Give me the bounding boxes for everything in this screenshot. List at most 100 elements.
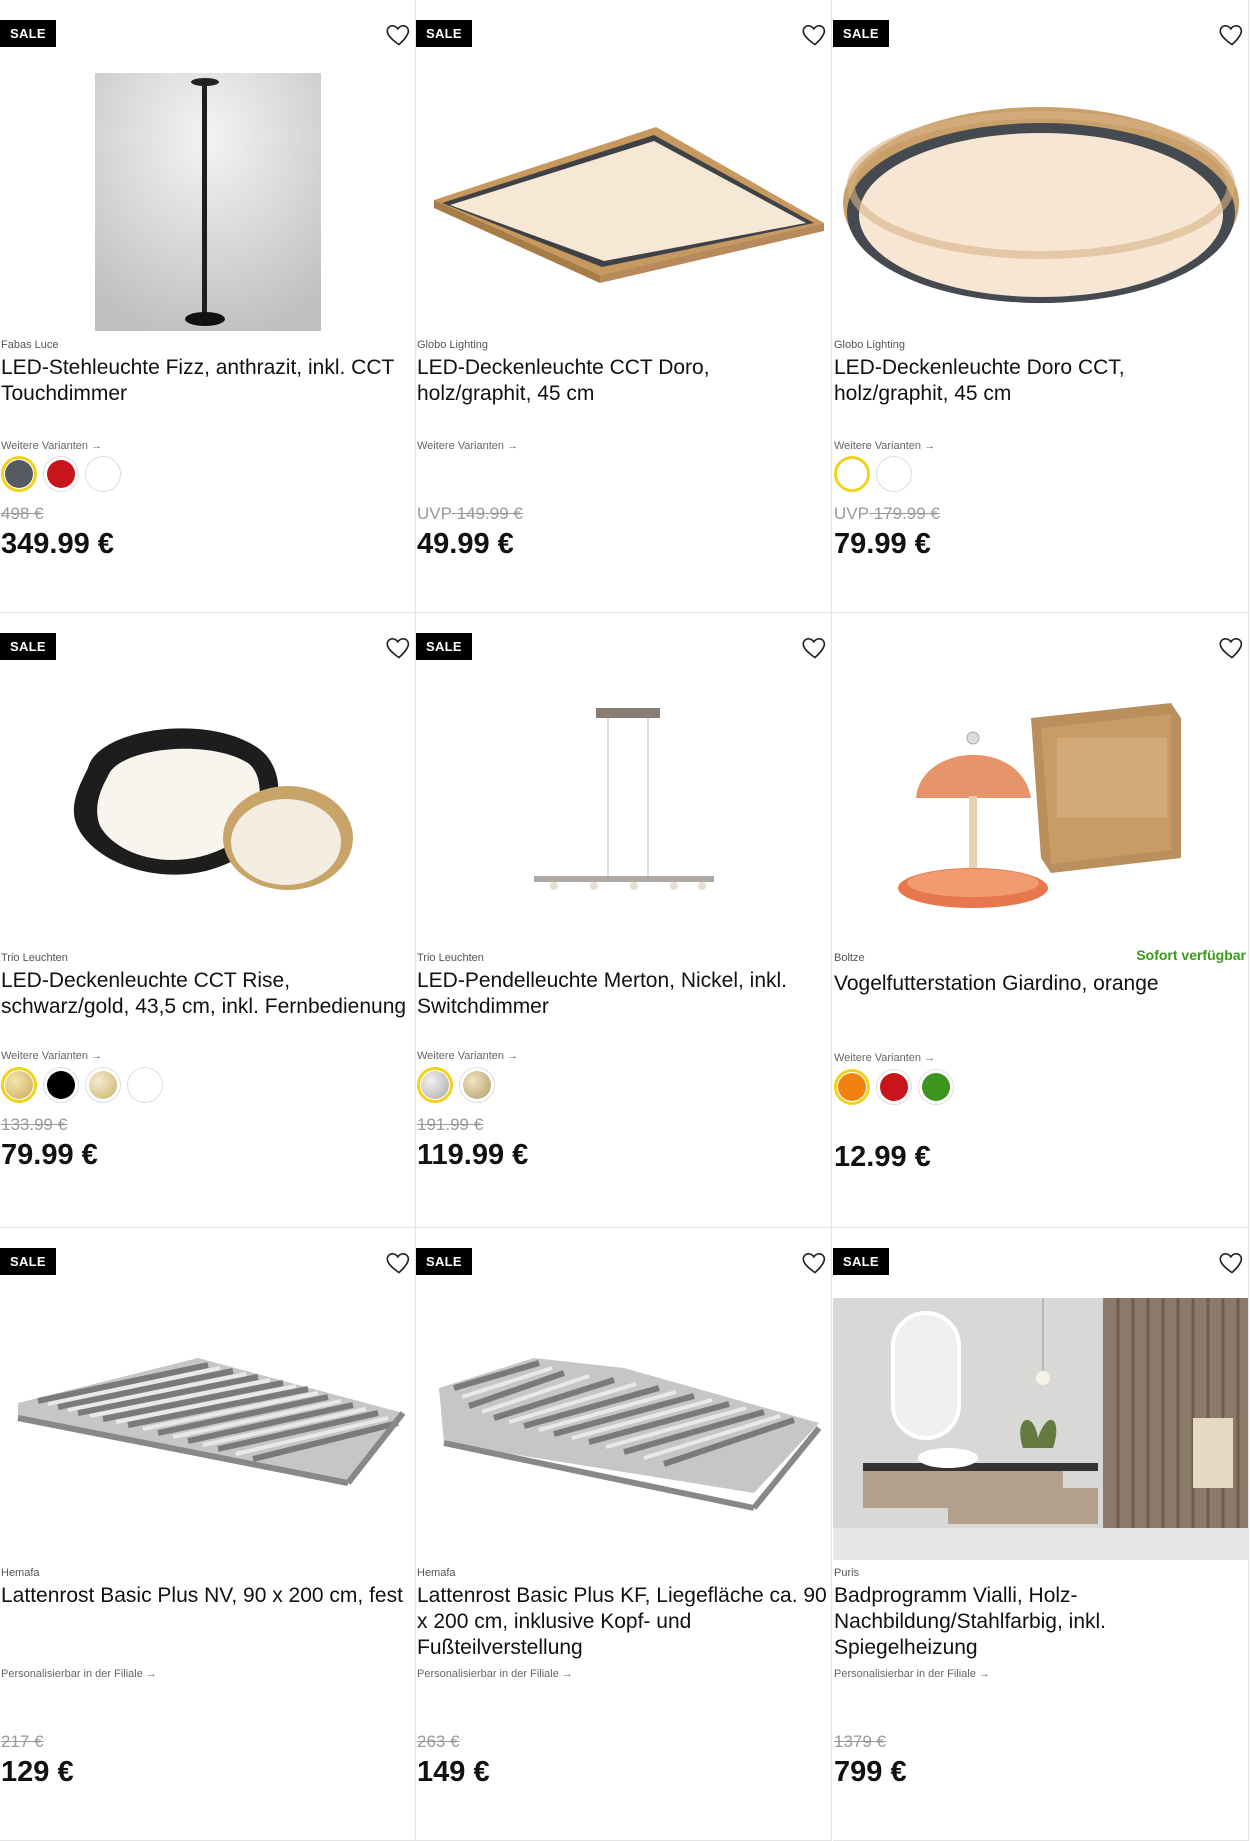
old-price: UVP 179.99 € (834, 504, 940, 523)
more-variants-link[interactable]: Weitere Varianten → (1, 440, 102, 452)
swatch-green[interactable] (918, 1069, 954, 1105)
swatch-gold[interactable] (1, 1067, 37, 1103)
product-image[interactable] (416, 1283, 831, 1563)
swatch-red[interactable] (43, 456, 79, 492)
current-price: 119.99 € (417, 1139, 529, 1171)
sale-badge: SALE (0, 1248, 56, 1275)
color-swatches (834, 456, 912, 492)
more-variants-link[interactable]: Weitere Varianten → (1, 1050, 102, 1062)
product-brand: Puris (834, 1567, 860, 1579)
uvp-label: UVP (834, 504, 869, 523)
product-image[interactable] (0, 72, 415, 332)
swatch-brass[interactable] (459, 1067, 495, 1103)
swatch-champagne[interactable] (85, 1067, 121, 1103)
more-variants-link[interactable]: Weitere Varianten → (417, 440, 518, 452)
product-brand: Globo Lighting (834, 339, 905, 351)
heart-icon[interactable] (801, 1248, 829, 1276)
current-price: 49.99 € (417, 528, 514, 560)
product-title[interactable]: Badprogramm Vialli, Holz-Nachbildung/Sta… (834, 1583, 1244, 1661)
more-variants-link[interactable]: Weitere Varianten → (834, 440, 935, 452)
swatch-nickel[interactable] (417, 1067, 453, 1103)
sale-badge: SALE (833, 20, 889, 47)
personalize-link[interactable]: Personalisierbar in der Filiale → (1, 1668, 157, 1680)
product-card[interactable]: SALE Fabas Luce LED-Stehleuchte Fizz, an… (0, 0, 416, 613)
product-brand: Boltze (834, 952, 865, 964)
current-price: 149 € (417, 1756, 490, 1788)
color-swatches (417, 1067, 495, 1103)
personalize-link[interactable]: Personalisierbar in der Filiale → (834, 1668, 990, 1680)
old-price: 498 € (1, 504, 44, 523)
heart-icon[interactable] (385, 1248, 413, 1276)
product-card[interactable]: SALE (0, 1228, 416, 1841)
personalize-link[interactable]: Personalisierbar in der Filiale → (417, 1668, 573, 1680)
swatch-orange[interactable] (834, 1069, 870, 1105)
current-price: 79.99 € (834, 528, 931, 560)
swatch-red[interactable] (876, 1069, 912, 1105)
product-image[interactable] (833, 668, 1248, 948)
old-price: UVP 149.99 € (417, 504, 523, 523)
product-title[interactable]: LED-Deckenleuchte CCT Doro, holz/graphit… (417, 355, 827, 407)
product-brand: Trio Leuchten (1, 952, 68, 964)
product-image[interactable] (416, 55, 831, 335)
product-brand: Globo Lighting (417, 339, 488, 351)
uvp-label: UVP (417, 504, 452, 523)
sale-badge: SALE (0, 20, 56, 47)
product-title[interactable]: LED-Stehleuchte Fizz, anthrazit, inkl. C… (1, 355, 411, 407)
product-image[interactable] (0, 1283, 415, 1563)
product-card[interactable]: Boltze Sofort verfügbar Vogelfutterstati… (833, 613, 1249, 1228)
product-brand: Fabas Luce (1, 339, 59, 351)
product-image[interactable] (833, 1298, 1248, 1560)
sale-badge: SALE (0, 633, 56, 660)
heart-icon[interactable] (385, 20, 413, 48)
heart-icon[interactable] (801, 633, 829, 661)
current-price: 79.99 € (1, 1139, 98, 1171)
product-card[interactable]: SALE Globo Lighting LED-Deckenleuchte Do… (833, 0, 1249, 613)
old-price: 191.99 € (417, 1115, 484, 1134)
heart-icon[interactable] (1218, 1248, 1246, 1276)
current-price: 129 € (1, 1756, 74, 1788)
swatch-wood[interactable] (834, 456, 870, 492)
product-title[interactable]: LED-Deckenleuchte CCT Rise, schwarz/gold… (1, 968, 411, 1020)
current-price: 799 € (834, 1756, 907, 1788)
swatch-white[interactable] (127, 1067, 163, 1103)
product-card[interactable]: SALE (416, 1228, 832, 1841)
swatch-anthracite[interactable] (1, 456, 37, 492)
swatch-black[interactable] (43, 1067, 79, 1103)
more-variants-link[interactable]: Weitere Varianten → (417, 1050, 518, 1062)
product-card[interactable]: SALE Globo Lighting LED-Deckenleuchte CC… (416, 0, 832, 613)
product-title[interactable]: Lattenrost Basic Plus NV, 90 x 200 cm, f… (1, 1583, 411, 1609)
heart-icon[interactable] (385, 633, 413, 661)
product-image[interactable] (0, 668, 415, 948)
product-grid: SALE Fabas Luce LED-Stehleuchte Fizz, an… (0, 0, 1250, 1841)
swatch-white[interactable] (85, 456, 121, 492)
availability-badge: Sofort verfügbar (1136, 947, 1246, 963)
product-title[interactable]: LED-Deckenleuchte Doro CCT, holz/graphit… (834, 355, 1244, 407)
old-price: 133.99 € (1, 1115, 68, 1134)
product-brand: Trio Leuchten (417, 952, 484, 964)
product-title[interactable]: Vogelfutterstation Giardino, orange (834, 971, 1244, 997)
product-brand: Hemafa (417, 1567, 456, 1579)
color-swatches (1, 1067, 163, 1103)
product-card[interactable]: SALE (833, 1228, 1249, 1841)
current-price: 12.99 € (834, 1141, 931, 1173)
heart-icon[interactable] (1218, 20, 1246, 48)
product-title[interactable]: Lattenrost Basic Plus KF, Liegefläche ca… (417, 1583, 827, 1661)
swatch-white[interactable] (876, 456, 912, 492)
product-brand: Hemafa (1, 1567, 40, 1579)
sale-badge: SALE (833, 1248, 889, 1275)
color-swatches (1, 456, 121, 492)
old-price: 263 € (417, 1732, 460, 1751)
old-price: 1379 € (834, 1732, 886, 1751)
color-swatches (834, 1069, 954, 1105)
product-image[interactable] (416, 668, 831, 948)
product-title[interactable]: LED-Pendelleuchte Merton, Nickel, inkl. … (417, 968, 827, 1020)
heart-icon[interactable] (801, 20, 829, 48)
old-price: 217 € (1, 1732, 44, 1751)
product-card[interactable]: SALE Trio Leuchten LED-Deckenleuchte CCT… (0, 613, 416, 1228)
sale-badge: SALE (416, 20, 472, 47)
current-price: 349.99 € (1, 528, 114, 560)
product-image[interactable] (833, 55, 1248, 335)
heart-icon[interactable] (1218, 633, 1246, 661)
more-variants-link[interactable]: Weitere Varianten → (834, 1052, 935, 1064)
product-card[interactable]: SALE Trio Leuchten LED-Pendelleuchte Mer… (416, 613, 832, 1228)
